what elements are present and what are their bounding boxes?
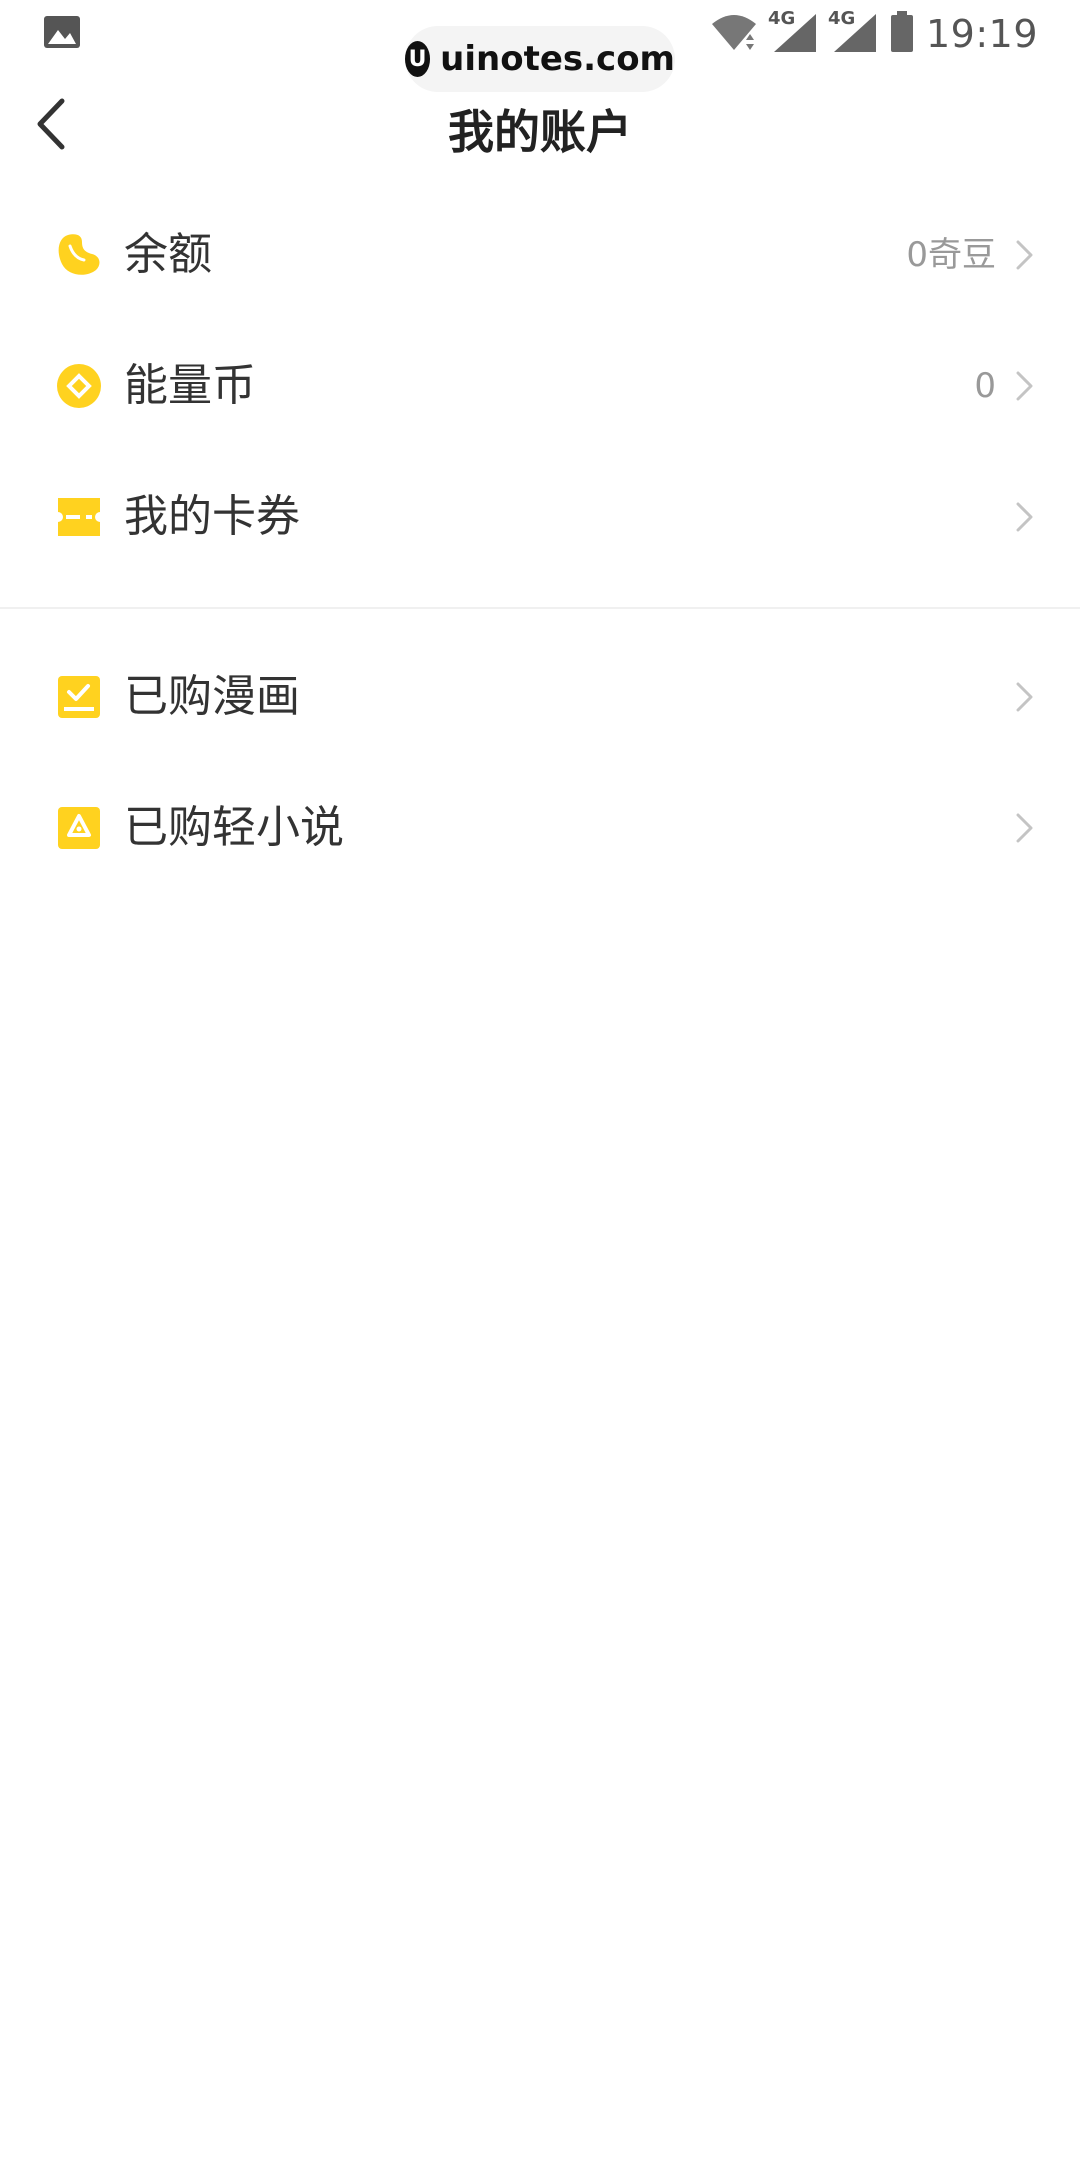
list-item-energy-coin[interactable]: 能量币 0 (0, 321, 1080, 452)
signal-icon: 4G (767, 8, 818, 58)
list-item-value: 0奇豆 (906, 235, 996, 275)
image-icon (42, 12, 82, 52)
chevron-right-icon (1016, 682, 1033, 712)
coin-icon (56, 363, 102, 409)
ticket-icon (56, 494, 102, 540)
section-divider (0, 607, 1080, 609)
network-label-2: 4G (827, 8, 856, 29)
list-item-purchased-comics[interactable]: 已购漫画 (0, 632, 1080, 763)
novel-icon (56, 805, 102, 851)
comic-book-icon (56, 674, 102, 720)
account-list: 余额 0奇豆 能量币 0 我的卡券 (0, 190, 1080, 583)
network-label-1: 4G (767, 8, 796, 29)
chevron-right-icon (1016, 240, 1033, 270)
list-item-balance[interactable]: 余额 0奇豆 (0, 190, 1080, 321)
wifi-icon (710, 12, 758, 56)
page-title: 我的账户 (448, 105, 632, 159)
list-item-label: 已购漫画 (124, 671, 300, 722)
battery-icon (890, 11, 914, 57)
list-item-label: 余额 (124, 229, 212, 280)
signal-icon: 4G (827, 8, 878, 58)
list-item-coupons[interactable]: 我的卡券 (0, 452, 1080, 583)
chevron-right-icon (1016, 813, 1033, 843)
header: 我的账户 (0, 64, 1080, 190)
list-item-value: 0 (974, 366, 996, 406)
chevron-right-icon (1016, 502, 1033, 532)
list-item-label: 我的卡券 (124, 491, 300, 542)
purchases-list: 已购漫画 已购轻小说 (0, 632, 1080, 894)
list-item-purchased-novels[interactable]: 已购轻小说 (0, 763, 1080, 894)
chevron-right-icon (1016, 371, 1033, 401)
clock: 19:19 (925, 12, 1038, 56)
list-item-label: 能量币 (124, 360, 256, 411)
list-item-label: 已购轻小说 (124, 802, 344, 853)
bean-icon (56, 232, 102, 278)
